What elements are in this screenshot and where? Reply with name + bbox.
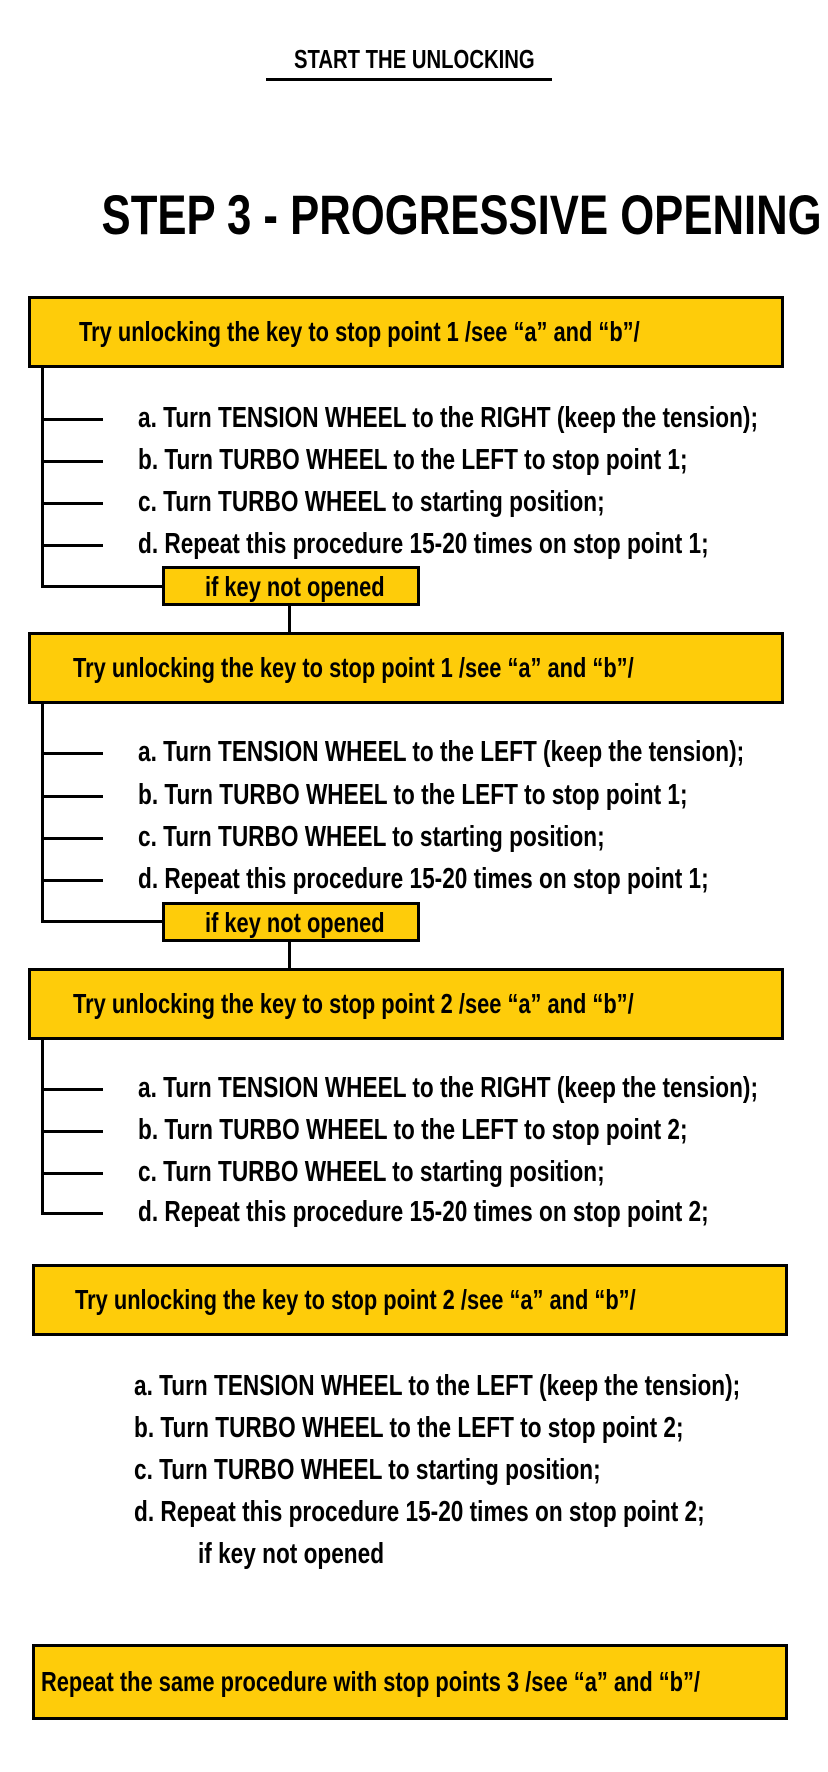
block-2-branch-if [41, 920, 165, 923]
block-3-step-a: a. Turn TENSION WHEEL to the RIGHT (keep… [138, 1072, 758, 1104]
block-2-condition-box: if key not opened [162, 902, 420, 942]
block-1-heading: Try unlocking the key to stop point 1 /s… [79, 316, 640, 347]
block-3-branch-b [41, 1130, 103, 1133]
block-3-heading-box: Try unlocking the key to stop point 2 /s… [28, 968, 784, 1040]
block-2-heading: Try unlocking the key to stop point 1 /s… [73, 652, 634, 683]
block-3-step-b: b. Turn TURBO WHEEL to the LEFT to stop … [138, 1114, 688, 1146]
block-3-step-c: c. Turn TURBO WHEEL to starting position… [138, 1156, 605, 1188]
block-1-branch-b [41, 460, 103, 463]
block-1-step-a: a. Turn TENSION WHEEL to the RIGHT (keep… [138, 402, 758, 434]
block-1-step-b: b. Turn TURBO WHEEL to the LEFT to stop … [138, 444, 688, 476]
block-1-step-c: c. Turn TURBO WHEEL to starting position… [138, 486, 605, 518]
block-2-branch-d [41, 879, 103, 882]
block-3-branch-a [41, 1088, 103, 1091]
block-1-branch-a [41, 418, 103, 421]
block-2-branch-a [41, 752, 103, 755]
step-title-text: STEP 3 - PROGRESSIVE OPENING [101, 183, 822, 246]
final-box: Repeat the same procedure with stop poin… [32, 1644, 788, 1720]
block-4-heading: Try unlocking the key to stop point 2 /s… [75, 1284, 636, 1315]
block-3-branch-d [41, 1212, 103, 1215]
block-2-branch-b [41, 795, 103, 798]
block-2-connector-line [288, 942, 291, 970]
block-1-branch-if [41, 585, 165, 588]
block-2-step-c: c. Turn TURBO WHEEL to starting position… [138, 821, 605, 853]
block-1-connector-line [288, 606, 291, 634]
block-1-branch-d [41, 544, 103, 547]
block-3-branch-c [41, 1172, 103, 1175]
block-4-step-b: b. Turn TURBO WHEEL to the LEFT to stop … [134, 1412, 684, 1444]
block-3-step-d: d. Repeat this procedure 15-20 times on … [138, 1196, 709, 1228]
final-heading: Repeat the same procedure with stop poin… [41, 1666, 700, 1697]
step-title: STEP 3 - PROGRESSIVE OPENING [0, 182, 828, 247]
block-1-condition-box: if key not opened [162, 566, 420, 606]
block-2-step-b: b. Turn TURBO WHEEL to the LEFT to stop … [138, 779, 688, 811]
block-2-step-d: d. Repeat this procedure 15-20 times on … [138, 863, 709, 895]
block-1-step-d: d. Repeat this procedure 15-20 times on … [138, 528, 709, 560]
block-2-heading-box: Try unlocking the key to stop point 1 /s… [28, 632, 784, 704]
block-2-tree-line [41, 704, 44, 922]
block-4-heading-box: Try unlocking the key to stop point 2 /s… [32, 1264, 788, 1336]
block-1-tree-line [41, 368, 44, 587]
block-4-step-a: a. Turn TENSION WHEEL to the LEFT (keep … [134, 1370, 741, 1402]
block-1-heading-box: Try unlocking the key to stop point 1 /s… [28, 296, 784, 368]
block-1-condition: if key not opened [205, 571, 385, 602]
block-2-condition: if key not opened [205, 907, 385, 938]
section-title: START THE UNLOCKING [0, 44, 828, 75]
title-underline [266, 78, 552, 81]
block-2-branch-c [41, 837, 103, 840]
block-1-branch-c [41, 502, 103, 505]
block-4-step-c: c. Turn TURBO WHEEL to starting position… [134, 1454, 601, 1486]
block-2-step-a: a. Turn TENSION WHEEL to the LEFT (keep … [138, 736, 745, 768]
block-3-heading: Try unlocking the key to stop point 2 /s… [73, 988, 634, 1019]
block-4-condition: if key not opened [198, 1538, 385, 1570]
block-3-tree-line [41, 1040, 44, 1214]
block-4-step-d: d. Repeat this procedure 15-20 times on … [134, 1496, 705, 1528]
section-title-text: START THE UNLOCKING [293, 44, 535, 74]
